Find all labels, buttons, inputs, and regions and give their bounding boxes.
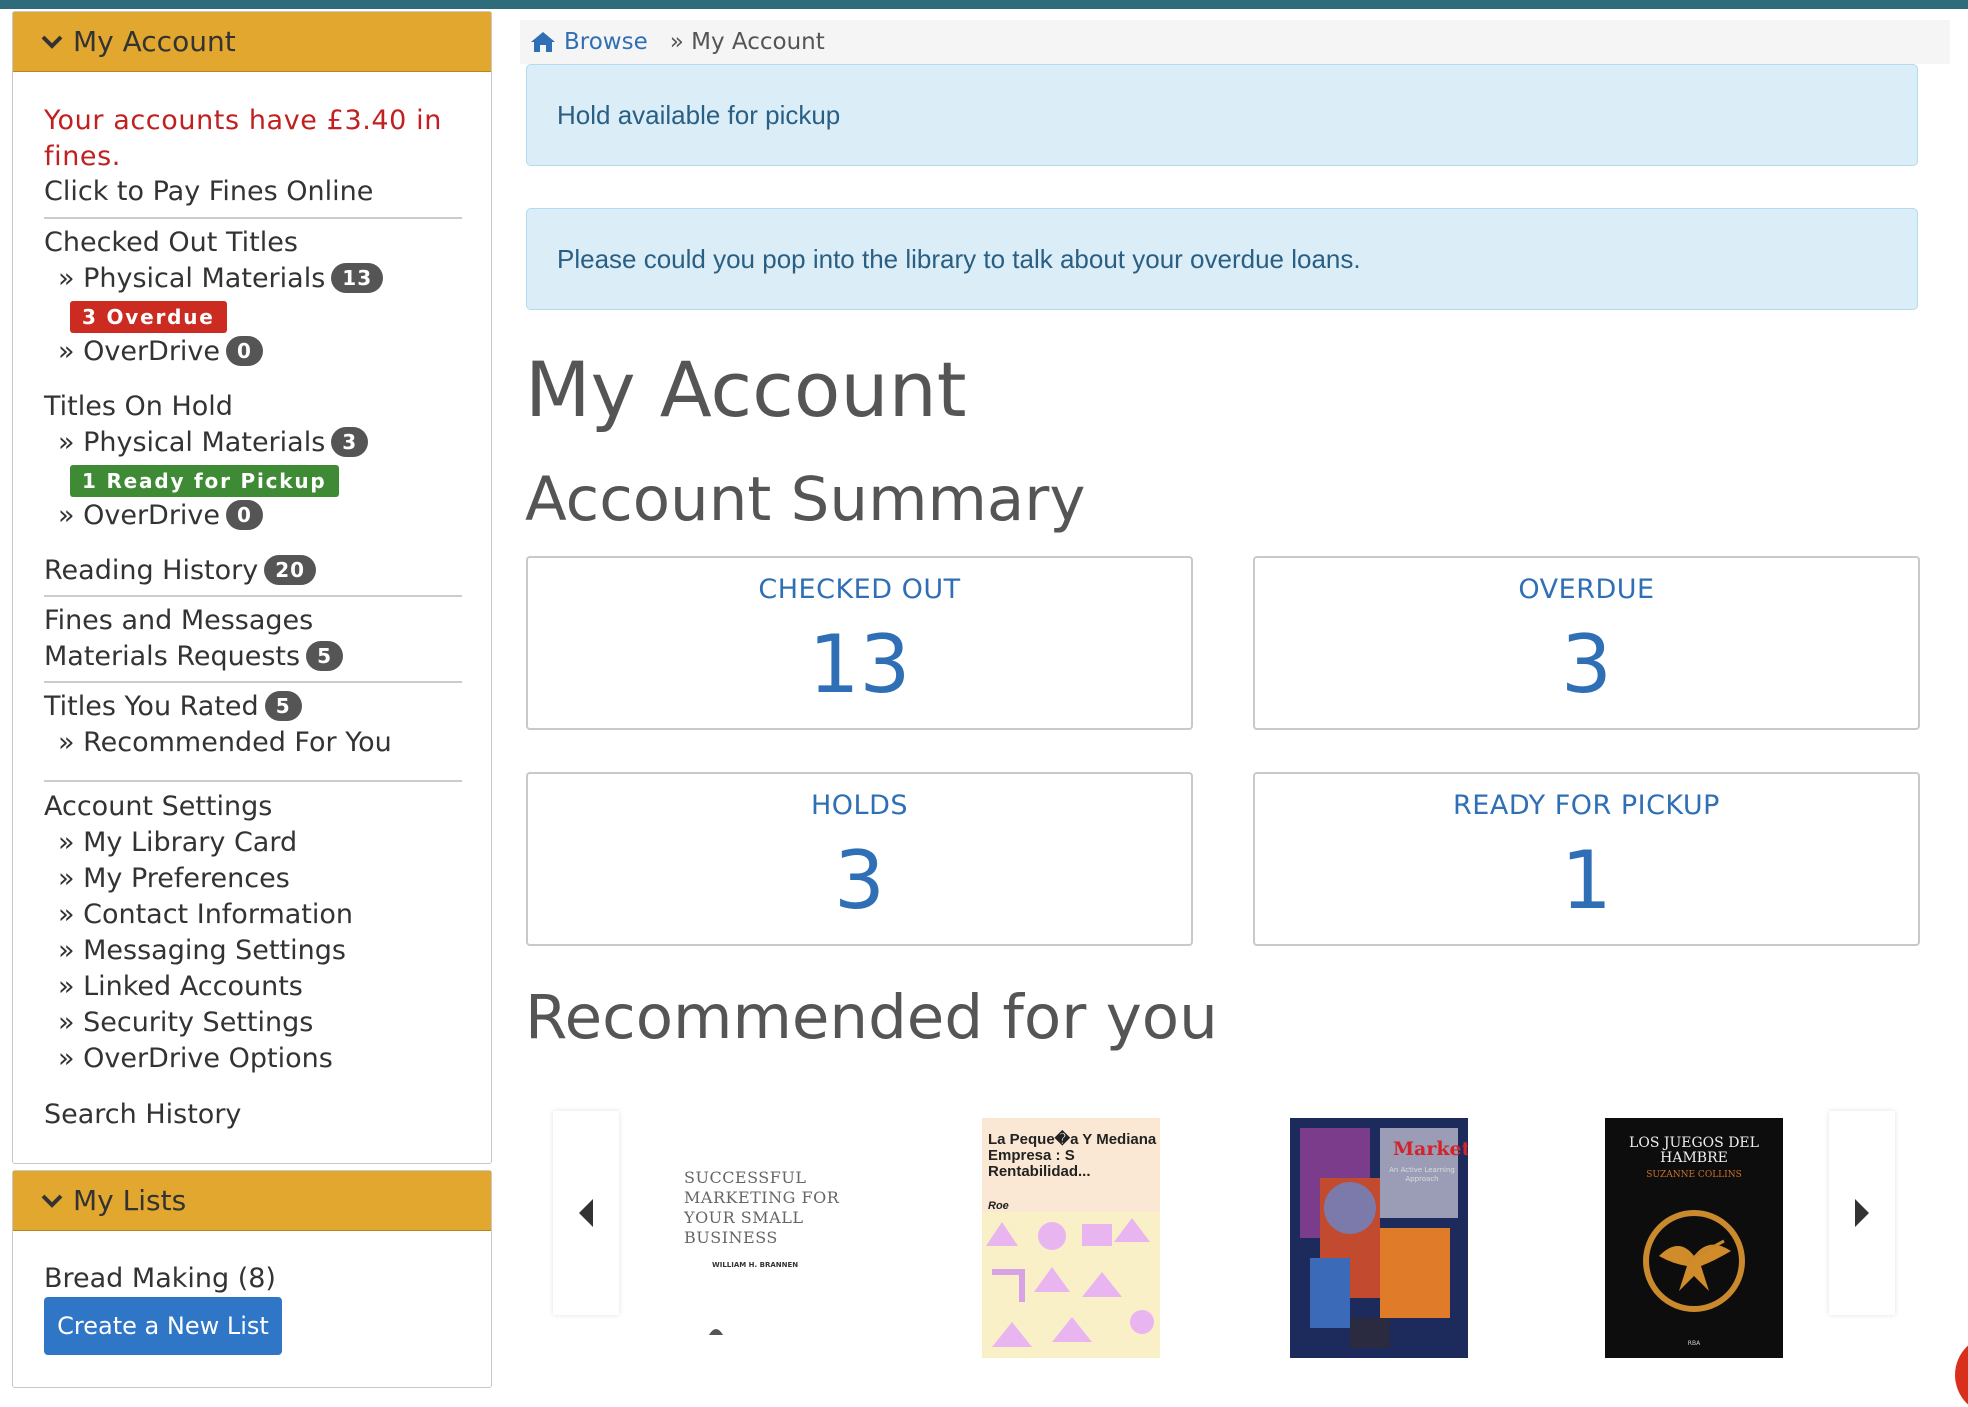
sidebar-divider (44, 780, 462, 782)
reading-history-label: Reading History (44, 555, 259, 586)
ready-for-pickup-label: 1 Ready for Pickup (70, 465, 339, 497)
top-bar (0, 0, 1968, 9)
cover-pattern (982, 1212, 1160, 1358)
cover-title: LOS JUEGOS DEL HAMBRE (1629, 1135, 1759, 1166)
my-preferences-link[interactable]: » My Preferences (58, 862, 290, 896)
cover-subtitle: An Active Learning Approach (1389, 1166, 1455, 1183)
breadcrumb-home-label: Browse (564, 29, 648, 55)
mockingjay-emblem-icon (1643, 1210, 1745, 1312)
checked-out-physical-link[interactable]: » Physical Materials 13 (58, 262, 384, 296)
holds-count-badge: 3 (331, 427, 369, 457)
fines-warning: Your accounts have £3.40 in fines. (44, 105, 442, 172)
holds-physical-link[interactable]: » Physical Materials 3 (58, 426, 369, 460)
chevron-down-icon (41, 1194, 63, 1208)
pay-fines-link[interactable]: Click to Pay Fines Online (44, 175, 373, 209)
titles-you-rated-link[interactable]: Titles You Rated 5 (44, 690, 302, 724)
checked-out-count-badge: 13 (331, 263, 384, 293)
linked-accounts-link[interactable]: » Linked Accounts (58, 970, 303, 1004)
page-title: My Account (525, 345, 967, 434)
reading-history-link[interactable]: Reading History 20 (44, 554, 317, 588)
materials-requests-count-badge: 5 (306, 641, 343, 671)
home-icon (531, 32, 555, 52)
overdrive-options-link[interactable]: » OverDrive Options (58, 1042, 333, 1076)
cover-author: SUZANNE COLLINS (1646, 1170, 1742, 1180)
my-lists-panel-header[interactable]: My Lists (13, 1171, 491, 1231)
holds-overdrive-label: » OverDrive (58, 500, 221, 531)
sidebar-divider (44, 681, 462, 683)
cover-title: Marketing (1393, 1138, 1468, 1160)
list-item[interactable]: Bread Making (8) (44, 1262, 276, 1296)
chat-widget-button[interactable] (1955, 1335, 1968, 1407)
hold-available-alert: Hold available for pickup (526, 64, 1918, 166)
overdue-stat-card[interactable]: OVERDUE 3 (1253, 556, 1920, 730)
security-settings-link[interactable]: » Security Settings (58, 1006, 313, 1040)
checked-out-overdrive-link[interactable]: » OverDrive 0 (58, 335, 263, 369)
ready-for-pickup-stat-card[interactable]: READY FOR PICKUP 1 (1253, 772, 1920, 946)
my-library-card-link[interactable]: » My Library Card (58, 826, 297, 860)
overdue-label: 3 Overdue (70, 301, 227, 333)
overdrive-checkout-count-badge: 0 (226, 336, 263, 366)
sidebar-divider (44, 217, 462, 219)
cover-title: SUCCESSFUL MARKETING FOR YOUR SMALL BUSI… (684, 1168, 840, 1247)
carousel-previous-button[interactable] (553, 1111, 619, 1315)
overdrive-holds-count-badge: 0 (226, 500, 263, 530)
my-account-panel-header[interactable]: My Account (13, 12, 491, 72)
stat-value: 3 (834, 834, 885, 927)
reading-history-count-badge: 20 (264, 555, 317, 585)
cover-title: La Peque�a Y Mediana Empresa : S Rentabi… (988, 1131, 1157, 1180)
holds-overdrive-link[interactable]: » OverDrive 0 (58, 499, 263, 533)
fines-and-messages-link[interactable]: Fines and Messages (44, 604, 313, 638)
stat-label: READY FOR PICKUP (1453, 790, 1720, 821)
titles-on-hold-link[interactable]: Titles On Hold (44, 390, 233, 424)
holds-stat-card[interactable]: HOLDS 3 (526, 772, 1193, 946)
chevron-down-icon (41, 35, 63, 49)
stat-label: OVERDUE (1518, 574, 1655, 605)
caret-left-icon (579, 1199, 593, 1227)
caret-right-icon (1855, 1199, 1869, 1227)
book-cover[interactable]: Marketing An Active Learning Approach (1290, 1118, 1468, 1358)
titles-rated-count-badge: 5 (264, 691, 302, 721)
contact-information-link[interactable]: » Contact Information (58, 898, 353, 932)
cover-author: Roe (988, 1200, 1009, 1212)
breadcrumb-home-link[interactable]: Browse (530, 29, 648, 55)
create-new-list-button[interactable]: Create a New List (44, 1297, 282, 1355)
book-cover[interactable]: LOS JUEGOS DEL HAMBRE SUZANNE COLLINS RB… (1605, 1118, 1783, 1358)
my-account-panel-title: My Account (73, 25, 236, 58)
checked-out-overdrive-label: » OverDrive (58, 336, 221, 367)
cover-publisher: RBA (1687, 1340, 1701, 1347)
stat-value: 1 (1561, 834, 1612, 927)
recommended-heading: Recommended for you (525, 982, 1218, 1053)
account-summary-heading: Account Summary (525, 464, 1086, 535)
materials-requests-label: Materials Requests (44, 641, 301, 672)
book-cover[interactable]: La Peque�a Y Mediana Empresa : S Rentabi… (982, 1118, 1160, 1358)
recommended-for-you-link[interactable]: » Recommended For You (58, 726, 392, 760)
checked-out-titles-link[interactable]: Checked Out Titles (44, 226, 298, 260)
cover-author: WILLIAM H. BRANNEN (712, 1261, 799, 1269)
account-settings-link[interactable]: Account Settings (44, 790, 272, 824)
sidebar-divider (44, 595, 462, 597)
breadcrumb: Browse » My Account (520, 20, 1950, 64)
stat-label: CHECKED OUT (758, 574, 961, 605)
my-lists-panel-title: My Lists (73, 1184, 187, 1217)
stat-value: 13 (808, 618, 911, 711)
materials-requests-link[interactable]: Materials Requests 5 (44, 640, 343, 674)
book-cover[interactable]: SUCCESSFUL MARKETING FOR YOUR SMALL BUSI… (672, 1118, 850, 1358)
holds-physical-label: » Physical Materials (58, 427, 326, 458)
checked-out-stat-card[interactable]: CHECKED OUT 13 (526, 556, 1193, 730)
search-history-link[interactable]: Search History (44, 1098, 241, 1132)
titles-you-rated-label: Titles You Rated (44, 691, 259, 722)
publisher-logo-icon (709, 1329, 723, 1335)
breadcrumb-current: » My Account (669, 29, 825, 55)
carousel-next-button[interactable] (1829, 1111, 1895, 1315)
stat-value: 3 (1561, 618, 1612, 711)
overdue-message-alert: Please could you pop into the library to… (526, 208, 1918, 310)
messaging-settings-link[interactable]: » Messaging Settings (58, 934, 346, 968)
stat-label: HOLDS (810, 790, 909, 821)
checked-out-physical-label: » Physical Materials (58, 263, 326, 294)
